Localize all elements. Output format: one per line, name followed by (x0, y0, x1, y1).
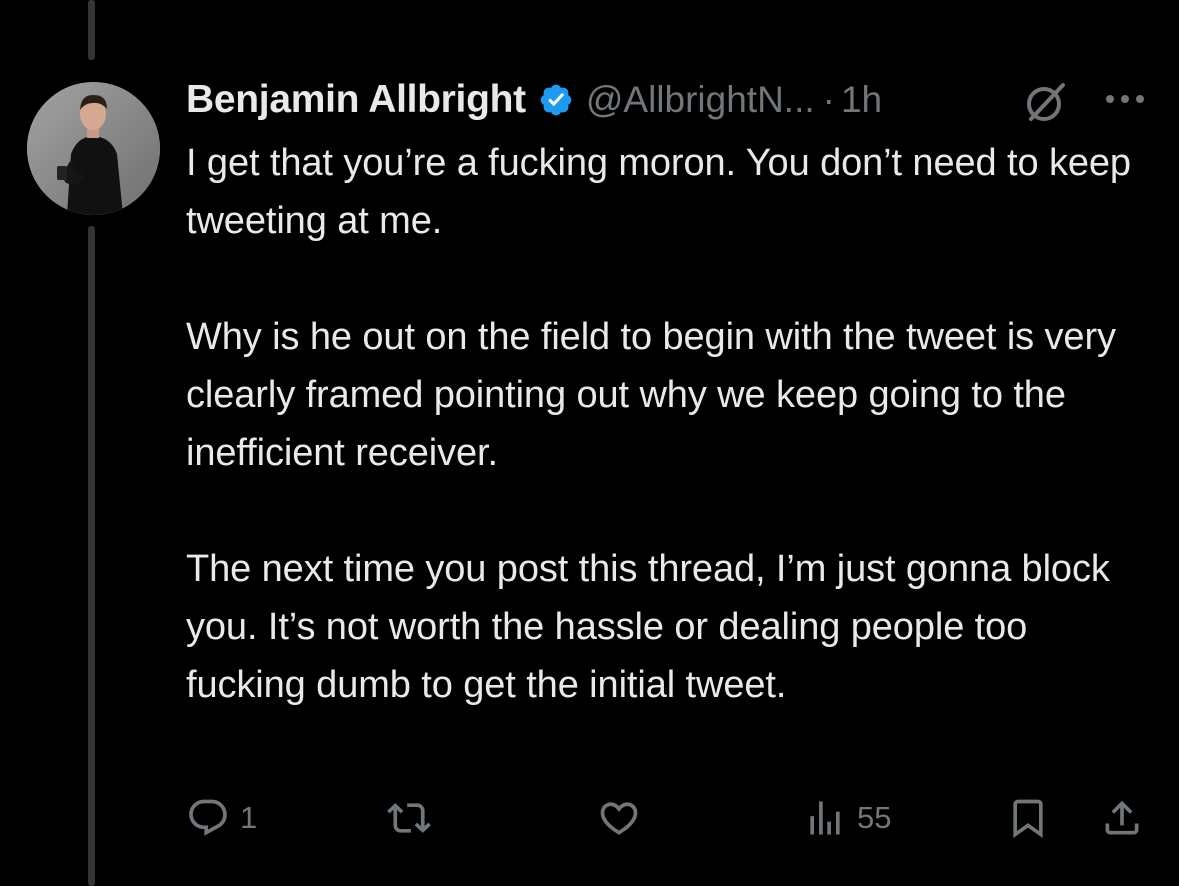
reply-button[interactable]: 1 (186, 790, 257, 846)
author-handle[interactable]: @AllbrightN... (586, 79, 815, 121)
tweet-paragraph: I get that you’re a fucking moron. You d… (186, 142, 1131, 242)
grok-icon[interactable] (1022, 78, 1070, 126)
tweet-body: I get that you’re a fucking moron. You d… (186, 134, 1146, 714)
reply-icon (186, 796, 230, 840)
verified-badge-icon[interactable] (538, 82, 574, 118)
retweet-icon (387, 796, 431, 840)
header-separator: · (822, 79, 835, 120)
retweet-button[interactable] (387, 790, 441, 846)
views-icon (803, 796, 847, 840)
share-button[interactable] (1100, 790, 1144, 846)
bookmark-button[interactable] (1006, 790, 1050, 846)
more-icon[interactable] (1103, 84, 1147, 114)
reply-count: 1 (240, 800, 258, 835)
tweet-timestamp[interactable]: 1h (841, 79, 882, 121)
views-count: 55 (857, 800, 892, 835)
bookmark-icon (1006, 796, 1050, 840)
avatar-image (27, 82, 160, 215)
thread-connector-bottom (88, 226, 95, 886)
tweet-header: Benjamin Allbright @AllbrightN... · 1h (186, 76, 882, 124)
like-button[interactable] (597, 790, 651, 846)
tweet-paragraph: The next time you post this thread, I’m … (186, 548, 1110, 706)
author-name[interactable]: Benjamin Allbright (186, 78, 526, 122)
heart-icon (597, 796, 641, 840)
share-icon (1100, 796, 1144, 840)
tweet-actions-bar: 1 55 (0, 790, 1179, 846)
tweet-paragraph: Why is he out on the field to begin with… (186, 316, 1116, 474)
views-button[interactable]: 55 (803, 790, 891, 846)
avatar[interactable] (27, 82, 160, 215)
thread-connector-top (88, 0, 95, 60)
